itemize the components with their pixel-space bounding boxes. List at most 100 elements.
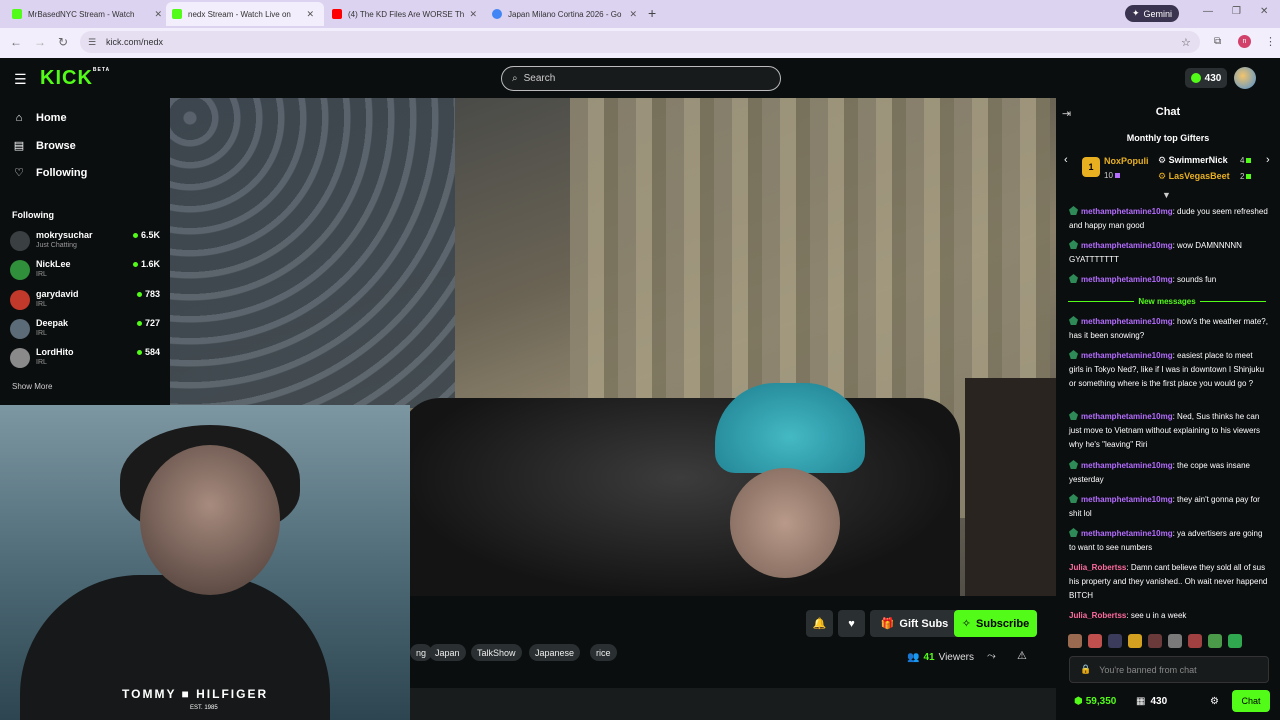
sidebar-item-following[interactable]: ♡ Following (12, 166, 87, 180)
follow-heart-button[interactable]: ♥ (838, 610, 865, 637)
viewer-count: 1.6K (132, 259, 160, 269)
following-channel[interactable]: NickLee IRL 1.6K (10, 257, 160, 283)
gifter-name[interactable]: ⚙ LasVegasBeet (1158, 171, 1230, 182)
notification-bell-button[interactable]: 🔔 (806, 610, 833, 637)
avatar (10, 348, 30, 368)
close-icon[interactable]: ✕ (306, 9, 314, 20)
chat-username[interactable]: methamphetamine10mg (1081, 275, 1173, 284)
gifter-count: 4 (1240, 156, 1252, 165)
gifter-name[interactable]: NoxPopuli (1104, 156, 1149, 166)
coins-value: 430 (1150, 696, 1168, 707)
kick-logo[interactable]: KICKBETA (40, 67, 110, 90)
browser-tab[interactable]: (4) The KD Files Are WORSE Th ✕ (332, 4, 477, 24)
chat-username[interactable]: methamphetamine10mg (1081, 351, 1173, 360)
close-icon[interactable]: ✕ (629, 9, 637, 20)
browser-tab-active[interactable]: nedx Stream - Watch Live on ✕ (166, 2, 324, 26)
chat-username[interactable]: methamphetamine10mg (1081, 317, 1173, 326)
chat-username[interactable]: methamphetamine10mg (1081, 529, 1173, 538)
channel-name: NickLee (36, 259, 71, 269)
share-icon[interactable]: ⤳ (987, 650, 996, 663)
chat-username[interactable]: methamphetamine10mg (1081, 207, 1173, 216)
viewer-count: 727 (136, 318, 160, 328)
following-channel[interactable]: garydavid IRL 783 (10, 287, 160, 313)
chat-footer: ⬢ 59,350 ▦ 430 ⚙ Chat (1056, 688, 1280, 720)
reload-icon[interactable]: ↻ (58, 35, 68, 49)
emote-icon[interactable] (1088, 634, 1102, 648)
sub-badge-icon (1069, 316, 1078, 325)
browser-tab[interactable]: Japan Milano Cortina 2026 - Go ✕ (492, 4, 637, 24)
minimize-icon[interactable]: — (1203, 6, 1213, 17)
stream-tag[interactable]: rice (590, 644, 617, 661)
window-close-icon[interactable]: ✕ (1260, 6, 1268, 17)
chevron-left-icon[interactable]: ‹ (1064, 154, 1068, 166)
gift-subs-button[interactable]: 🎁 Gift Subs (870, 610, 959, 637)
emote-icon[interactable] (1068, 634, 1082, 648)
emote-icon[interactable] (1208, 634, 1222, 648)
channel-points[interactable]: ⬢ 59,350 (1074, 696, 1116, 707)
menu-kebab-icon[interactable]: ⋮ (1265, 35, 1276, 48)
hamburger-menu-icon[interactable]: ☰ (14, 71, 27, 88)
url-field[interactable]: ☰ kick.com/nedx (80, 31, 1200, 53)
video-scene-speaker (965, 378, 1056, 596)
stream-tag[interactable]: TalkShow (471, 644, 522, 661)
emote-icon[interactable] (1148, 634, 1162, 648)
chat-username[interactable]: methamphetamine10mg (1081, 495, 1173, 504)
emote-icon[interactable] (1108, 634, 1122, 648)
emote-icon[interactable] (1168, 634, 1182, 648)
tab-title: (4) The KD Files Are WORSE Th (348, 9, 465, 19)
report-warning-icon[interactable]: ⚠ (1017, 649, 1027, 662)
following-channel[interactable]: LordHito IRL 584 (10, 345, 160, 371)
coins-icon: ▦ (1136, 696, 1146, 707)
tab-title: nedx Stream - Watch Live on (188, 9, 291, 19)
gift-subs-label: Gift Subs (899, 617, 949, 630)
expand-pinned-icon[interactable]: ▼ (1162, 190, 1171, 200)
gemini-label: Gemini (1143, 8, 1173, 19)
chat-username[interactable]: Julia_Robertss (1069, 611, 1126, 620)
send-chat-button[interactable]: Chat (1232, 690, 1270, 712)
channel-name: Deepak (36, 318, 69, 328)
kick-coins[interactable]: ▦ 430 (1136, 696, 1167, 707)
user-avatar[interactable] (1234, 67, 1256, 89)
show-more-link[interactable]: Show More (12, 382, 52, 391)
chevron-right-icon[interactable]: › (1266, 154, 1270, 166)
sparkle-icon: ✦ (1131, 8, 1140, 18)
close-icon[interactable]: ✕ (469, 9, 477, 20)
gear-icon[interactable]: ⚙ (1210, 696, 1219, 707)
sub-icon (1114, 173, 1120, 178)
stream-tag[interactable]: Japanese (529, 644, 581, 661)
browser-tab[interactable]: MrBasedNYC Stream - Watch ✕ (12, 4, 162, 24)
video-scene-sofa (400, 398, 960, 596)
kick-coin-balance[interactable]: 430 (1185, 68, 1227, 88)
emote-icon[interactable] (1228, 634, 1242, 648)
emote-icon[interactable] (1188, 634, 1202, 648)
bookmark-star-icon[interactable]: ☆ (1181, 36, 1191, 49)
emote-icon[interactable] (1128, 634, 1142, 648)
google-favicon-icon (492, 9, 502, 19)
extensions-icon[interactable]: ⧉ (1214, 36, 1221, 47)
search-input[interactable]: ⌕ Search (501, 66, 781, 91)
viewer-value: 727 (144, 318, 160, 328)
forward-icon[interactable]: → (34, 35, 46, 49)
sub-badge-icon (1069, 240, 1078, 249)
stream-tag[interactable]: Japan (429, 644, 466, 661)
site-header: ☰ KICKBETA ⌕ Search 430 (0, 58, 1280, 98)
chat-username[interactable]: methamphetamine10mg (1081, 461, 1173, 470)
profile-avatar[interactable]: n (1238, 35, 1251, 48)
back-icon[interactable]: ← (10, 35, 22, 49)
points-value: 59,350 (1085, 696, 1117, 707)
sidebar-item-browse[interactable]: ▤ Browse (12, 139, 76, 153)
close-icon[interactable]: ✕ (154, 9, 162, 20)
site-info-icon[interactable]: ☰ (88, 37, 96, 48)
chat-username[interactable]: methamphetamine10mg (1081, 241, 1173, 250)
following-channel[interactable]: mokrysuchar Just Chatting 6.5K (10, 228, 160, 254)
gifter-name[interactable]: ⚙ SwimmerNick (1158, 155, 1228, 166)
gifter-count: 2 (1240, 172, 1252, 181)
chat-username[interactable]: methamphetamine10mg (1081, 412, 1173, 421)
chat-username[interactable]: Julia_Robertss (1069, 563, 1126, 572)
sidebar-item-home[interactable]: ⌂ Home (12, 112, 67, 124)
new-tab-button[interactable]: + (648, 5, 656, 21)
subscribe-button[interactable]: ✧ Subscribe (954, 610, 1037, 637)
maximize-icon[interactable]: ❐ (1232, 6, 1241, 17)
following-channel[interactable]: Deepak IRL 727 (10, 316, 160, 342)
gemini-button[interactable]: ✦ Gemini (1125, 5, 1179, 22)
